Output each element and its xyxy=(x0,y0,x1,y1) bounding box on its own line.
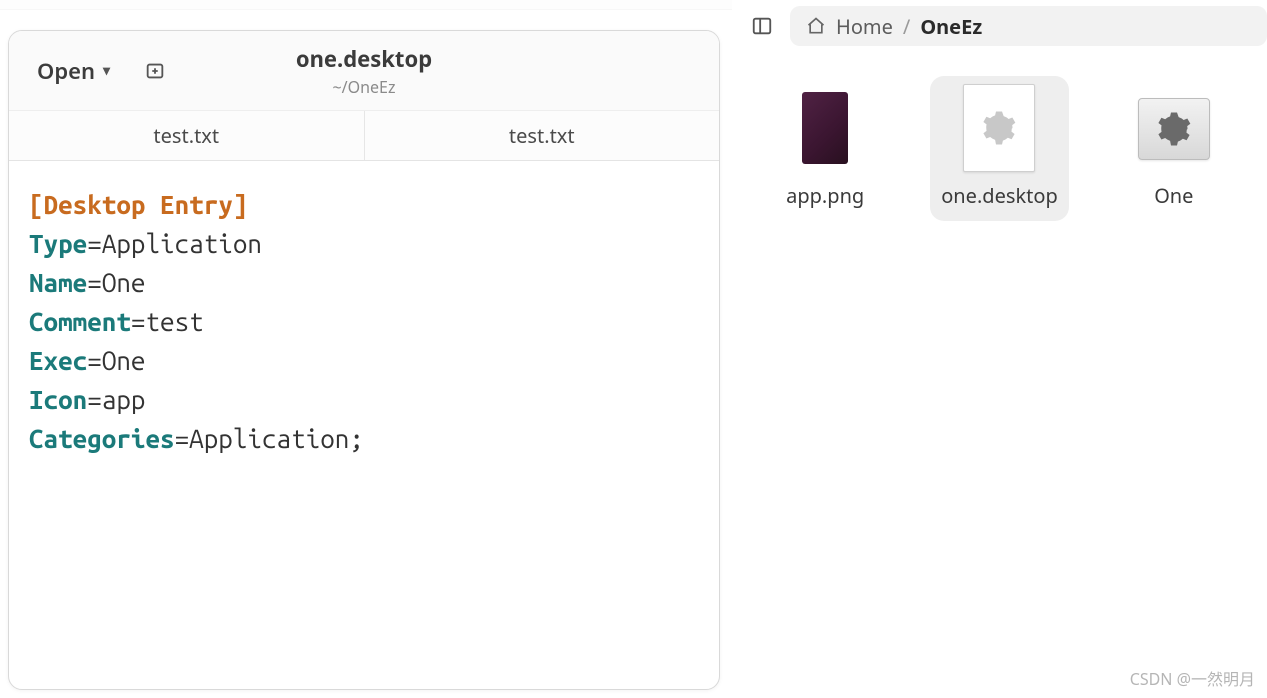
file-item-desktop[interactable]: one.desktop xyxy=(930,76,1068,221)
ini-section: [Desktop Entry] xyxy=(29,190,247,219)
ini-value: test xyxy=(145,307,203,336)
new-tab-icon xyxy=(144,60,166,82)
ini-value: Application xyxy=(102,229,262,258)
chevron-down-icon: ▾ xyxy=(103,61,110,80)
editor-toolbar: Open ▾ one.desktop ~/OneEz xyxy=(9,31,719,111)
gear-icon xyxy=(1156,111,1192,147)
editor-tab[interactable]: test.txt xyxy=(364,111,720,160)
home-icon xyxy=(806,13,826,40)
filemanager-view[interactable]: app.png one.desktop One xyxy=(732,52,1267,698)
ini-value: Application; xyxy=(189,424,364,453)
ini-value: One xyxy=(102,268,146,297)
ini-value: app xyxy=(102,385,146,414)
open-button[interactable]: Open ▾ xyxy=(27,48,120,94)
breadcrumb[interactable]: Home / OneEz xyxy=(790,6,1267,46)
text-editor-window: Open ▾ one.desktop ~/OneEz test.txt test… xyxy=(8,30,720,690)
breadcrumb-separator: / xyxy=(903,13,910,40)
sidebar-toggle-button[interactable] xyxy=(746,10,778,42)
file-item-launcher[interactable]: One xyxy=(1105,76,1243,221)
breadcrumb-home[interactable]: Home xyxy=(836,13,893,40)
ini-key: Categories xyxy=(29,424,175,453)
image-thumbnail xyxy=(802,92,848,164)
editor-tab-label: test.txt xyxy=(153,122,219,149)
open-button-label: Open xyxy=(37,56,95,86)
file-label: app.png xyxy=(786,182,864,209)
watermark: CSDN @一然明月 xyxy=(1130,666,1255,690)
filemanager-toolbar: Home / OneEz xyxy=(732,0,1267,52)
ini-value: One xyxy=(102,346,146,375)
gear-icon xyxy=(981,110,1017,146)
file-label: One xyxy=(1154,182,1193,209)
editor-subtitle: ~/OneEz xyxy=(333,76,396,98)
breadcrumb-current[interactable]: OneEz xyxy=(920,13,982,40)
editor-tab[interactable]: test.txt xyxy=(9,111,364,160)
file-item-image[interactable]: app.png xyxy=(756,76,894,221)
desktop-file-thumbnail xyxy=(963,84,1035,172)
ini-key: Name xyxy=(29,268,87,297)
ini-key: Exec xyxy=(29,346,87,375)
editor-tab-bar: test.txt test.txt xyxy=(9,111,719,161)
ini-key: Comment xyxy=(29,307,131,336)
file-label: one.desktop xyxy=(941,182,1058,209)
editor-tab-label: test.txt xyxy=(509,122,575,149)
editor-title: one.desktop xyxy=(296,44,432,74)
new-tab-button[interactable] xyxy=(138,54,172,88)
editor-body[interactable]: [Desktop Entry] Type=Application Name=On… xyxy=(9,161,719,482)
sidebar-icon xyxy=(751,15,773,37)
ini-key: Icon xyxy=(29,385,87,414)
ini-key: Type xyxy=(29,229,87,258)
launcher-thumbnail xyxy=(1138,98,1210,160)
